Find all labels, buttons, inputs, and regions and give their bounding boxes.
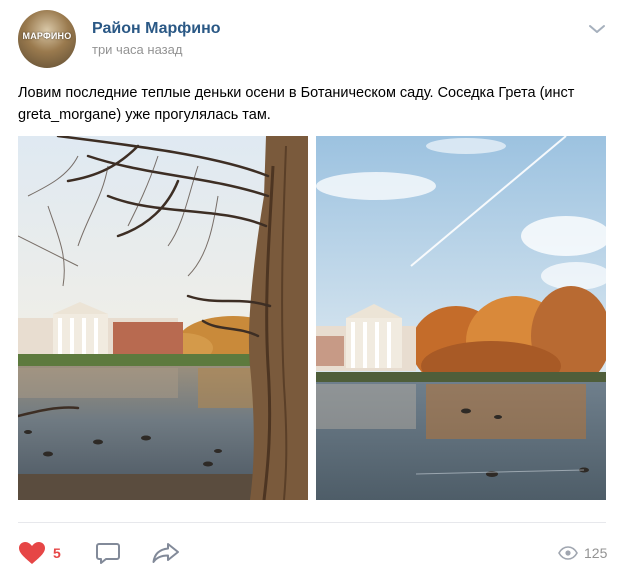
chevron-down-icon[interactable]: [588, 23, 606, 35]
post-text: Ловим последние теплые деньки осени в Бо…: [18, 82, 608, 126]
author-name-link[interactable]: Район Марфино: [92, 20, 221, 38]
post-text-line: greta_morgane) уже прогулялась там.: [18, 107, 271, 123]
like-button[interactable]: 5: [18, 540, 61, 566]
wall-post: МАРФИНО Район Марфино три часа назад Лов…: [0, 0, 620, 579]
post-timestamp[interactable]: три часа назад: [92, 42, 182, 57]
comment-icon[interactable]: [95, 540, 121, 566]
post-text-line: Ловим последние теплые деньки осени в Бо…: [18, 85, 575, 101]
photo-tree-pond-palace-image: [18, 136, 308, 500]
views-counter: 125: [558, 543, 607, 563]
share-icon[interactable]: [151, 540, 181, 566]
eye-icon: [558, 546, 578, 560]
group-avatar[interactable]: МАРФИНО: [18, 10, 76, 68]
views-count: 125: [584, 545, 608, 561]
photo-tree-pond-palace[interactable]: [18, 136, 308, 500]
actions-divider: [18, 522, 606, 523]
avatar-logo-text: МАРФИНО: [22, 31, 72, 41]
like-count: 5: [53, 545, 61, 561]
heart-icon: [19, 542, 45, 564]
photo-autumn-pond-palace[interactable]: [316, 136, 606, 500]
photo-autumn-pond-palace-image: [316, 136, 606, 500]
